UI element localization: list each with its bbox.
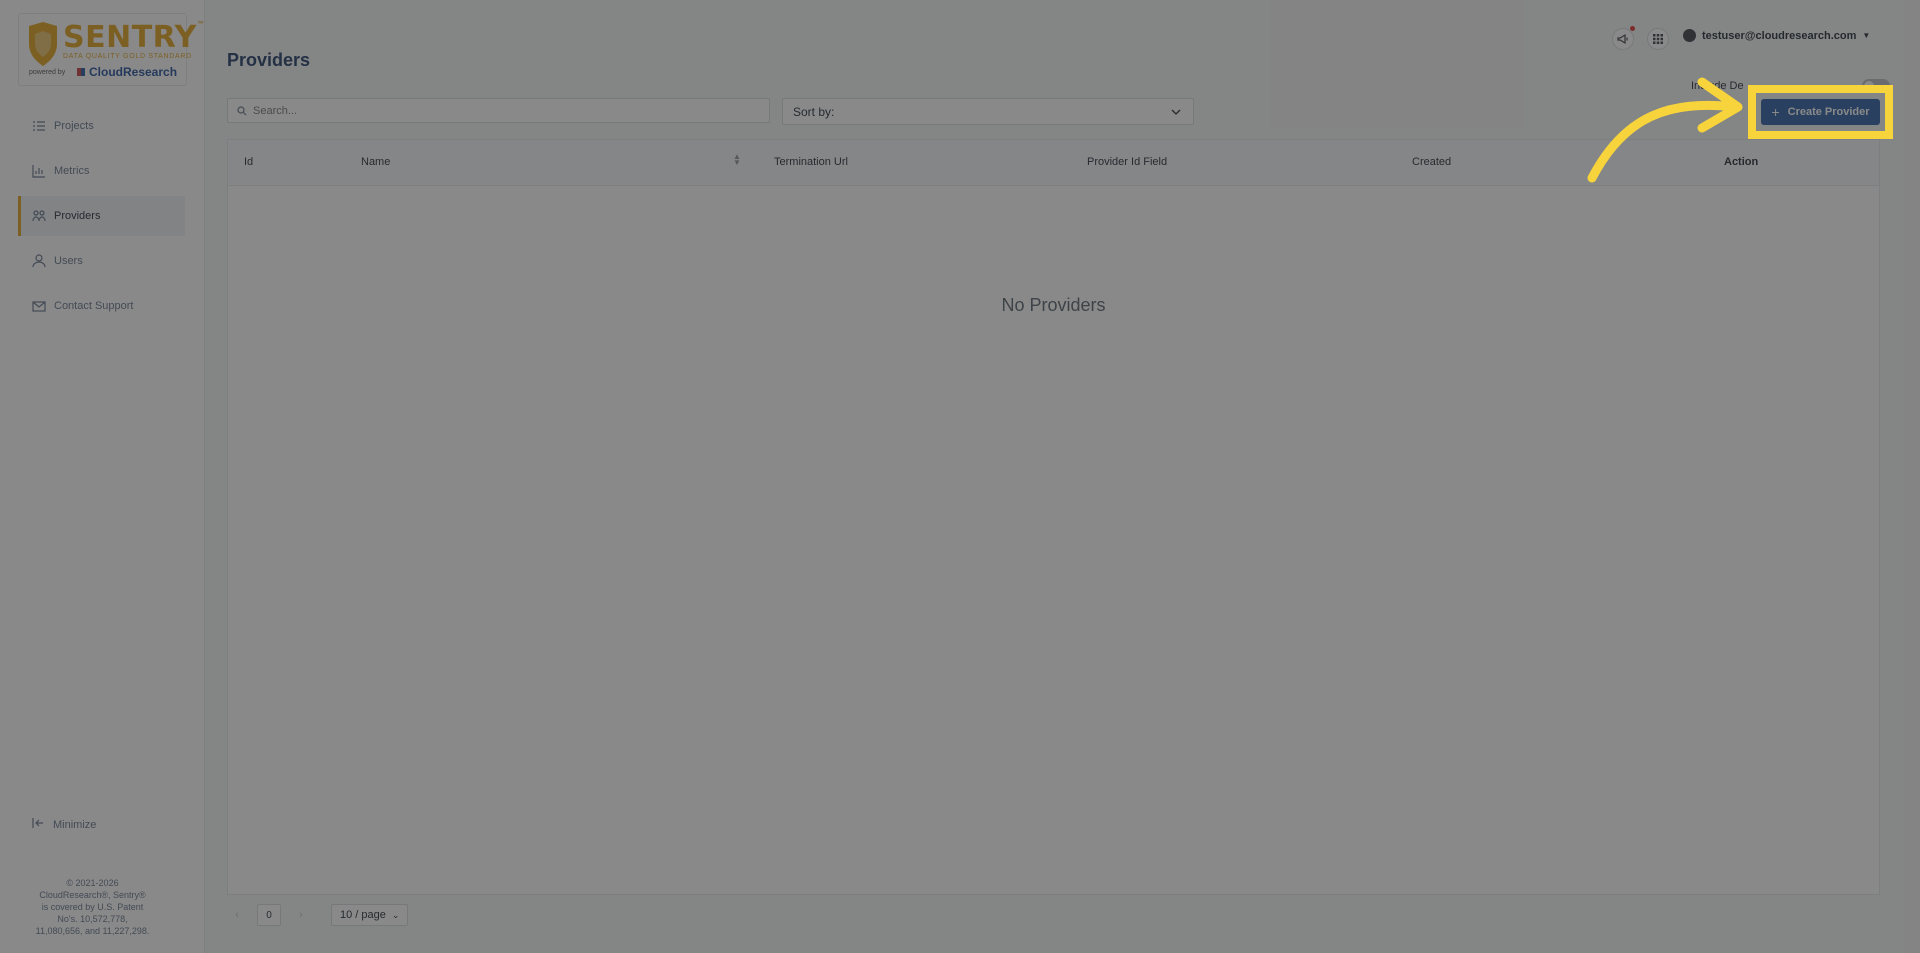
page-size-select[interactable]: 10 / page ⌄ bbox=[331, 904, 409, 926]
copyright-line: CloudResearch®, Sentry® bbox=[39, 890, 146, 900]
table-header: Id Name ▲ ▼ Termination Url Provider Id F… bbox=[228, 140, 1879, 186]
user-menu[interactable]: testuser@cloudresearch.com ▼ bbox=[1683, 29, 1870, 42]
copyright-line: 11,080,656, and 11,227,298. bbox=[35, 926, 150, 936]
sidebar: SENTRY™ DATA QUALITY GOLD STANDARD power… bbox=[0, 0, 205, 953]
user-email: testuser@cloudresearch.com bbox=[1702, 29, 1857, 42]
page-title: Providers bbox=[227, 50, 311, 70]
caret-down-icon: ▼ bbox=[1862, 31, 1871, 40]
logo-tagline: DATA QUALITY GOLD STANDARD bbox=[63, 53, 192, 60]
copyright-line: is covered by U.S. Patent bbox=[41, 902, 144, 912]
sidebar-item-metrics[interactable]: Metrics bbox=[18, 151, 185, 191]
minimize-button[interactable]: Minimize bbox=[32, 817, 96, 832]
column-header-provider-id-field[interactable]: Provider Id Field bbox=[1087, 156, 1167, 168]
mail-icon bbox=[32, 299, 46, 313]
sidebar-item-projects[interactable]: Projects bbox=[18, 106, 185, 146]
sidebar-item-contact-support[interactable]: Contact Support bbox=[18, 286, 185, 326]
announcements-button[interactable] bbox=[1612, 26, 1635, 50]
sidebar-item-label: Providers bbox=[54, 210, 101, 222]
prev-page-button[interactable]: ‹ bbox=[227, 909, 247, 921]
logo-powered-by: powered by bbox=[29, 69, 66, 76]
people-icon bbox=[32, 209, 46, 223]
sort-select[interactable]: Sort by: bbox=[782, 98, 1194, 125]
user-icon bbox=[32, 254, 46, 268]
sidebar-item-label: Users bbox=[54, 255, 83, 267]
sidebar-item-label: Contact Support bbox=[54, 300, 134, 312]
search-field[interactable] bbox=[227, 98, 770, 123]
chevron-down-icon bbox=[1171, 109, 1181, 115]
search-input[interactable] bbox=[253, 104, 733, 117]
sort-arrows-icon[interactable]: ▲ ▼ bbox=[733, 153, 741, 167]
empty-state: No Providers bbox=[1001, 295, 1106, 315]
column-header-created[interactable]: Created bbox=[1412, 156, 1451, 168]
column-header-name[interactable]: Name bbox=[361, 156, 390, 168]
megaphone-icon bbox=[1617, 33, 1628, 45]
apps-button[interactable] bbox=[1647, 28, 1669, 50]
search-icon bbox=[237, 105, 247, 115]
copyright-notice: © 2021-2026 CloudResearch®, Sentry® is c… bbox=[20, 877, 165, 937]
sidebar-item-label: Projects bbox=[54, 120, 94, 132]
sidebar-item-users[interactable]: Users bbox=[18, 241, 185, 281]
minimize-label: Minimize bbox=[53, 818, 97, 831]
notification-dot bbox=[1630, 26, 1635, 31]
logo-brand: SENTRY™ bbox=[63, 20, 206, 55]
tutorial-highlight bbox=[1748, 85, 1893, 139]
grid-icon bbox=[1653, 34, 1663, 44]
chart-icon bbox=[32, 164, 46, 178]
providers-table: Id Name ▲ ▼ Termination Url Provider Id F… bbox=[227, 139, 1880, 895]
collapse-left-icon bbox=[32, 817, 45, 832]
cloudresearch-mark-icon bbox=[77, 68, 85, 76]
include-deleted-label: Include De bbox=[1691, 80, 1744, 92]
page-number[interactable]: 0 bbox=[257, 904, 281, 926]
logo-company: CloudResearch bbox=[89, 65, 178, 79]
avatar bbox=[1683, 29, 1696, 42]
sentry-logo[interactable]: SENTRY™ DATA QUALITY GOLD STANDARD power… bbox=[18, 13, 205, 86]
copyright-line: © 2021-2026 bbox=[66, 878, 119, 888]
shield-logo-icon bbox=[29, 22, 57, 66]
chevron-down-icon: ⌄ bbox=[391, 909, 400, 920]
sort-label: Sort by: bbox=[793, 104, 835, 119]
copyright-line: No's. 10,572,778, bbox=[57, 914, 128, 924]
column-header-id[interactable]: Id bbox=[244, 156, 253, 168]
sidebar-nav: Projects Metrics Providers Users Contact… bbox=[18, 106, 185, 331]
page-size-label: 10 / page bbox=[340, 909, 386, 921]
pagination: ‹ 0 › 10 / page ⌄ bbox=[227, 904, 409, 926]
column-header-action: Action bbox=[1724, 156, 1759, 168]
sidebar-item-providers[interactable]: Providers bbox=[18, 196, 185, 236]
next-page-button[interactable]: › bbox=[291, 909, 311, 921]
list-icon bbox=[32, 119, 46, 133]
column-header-termination-url[interactable]: Termination Url bbox=[774, 156, 848, 168]
sidebar-item-label: Metrics bbox=[54, 165, 90, 177]
